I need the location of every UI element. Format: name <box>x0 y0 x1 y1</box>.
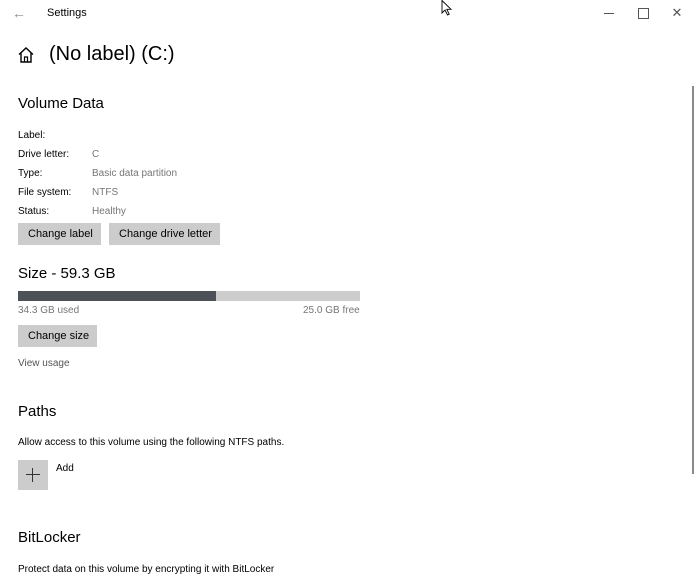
app-title: Settings <box>47 7 87 19</box>
bitlocker-heading: BitLocker <box>18 529 81 546</box>
type-key: Type: <box>18 168 43 179</box>
settings-window: ← Settings ✕ (No label) (C:) Volume Data… <box>0 0 696 578</box>
disk-usage-bar <box>18 291 360 301</box>
paths-description: Allow access to this volume using the fo… <box>18 437 285 448</box>
minimize-icon[interactable] <box>598 3 620 23</box>
free-space-text: 25.0 GB free <box>303 305 360 316</box>
plus-icon[interactable] <box>18 460 48 490</box>
volume-data-heading: Volume Data <box>18 95 104 112</box>
title-bar: ← Settings ✕ <box>0 0 696 26</box>
drive-letter-key: Drive letter: <box>18 149 70 160</box>
status-value: Healthy <box>92 206 126 217</box>
home-icon[interactable] <box>17 46 35 64</box>
type-value: Basic data partition <box>92 168 178 179</box>
label-key: Label: <box>18 130 46 141</box>
add-path-label[interactable]: Add <box>56 463 74 474</box>
used-space-text: 34.3 GB used <box>18 305 80 316</box>
change-label-button[interactable]: Change label <box>18 223 101 245</box>
disk-usage-fill <box>18 291 216 301</box>
back-arrow-icon[interactable]: ← <box>8 3 30 23</box>
page-title: (No label) (C:) <box>49 43 175 65</box>
file-system-value: NTFS <box>92 187 119 198</box>
change-size-button[interactable]: Change size <box>18 325 97 347</box>
size-heading: Size - 59.3 GB <box>18 265 116 282</box>
mouse-cursor-icon <box>441 0 453 16</box>
view-usage-link[interactable]: View usage <box>18 358 70 369</box>
vertical-scrollbar[interactable] <box>692 86 694 474</box>
drive-letter-value: C <box>92 149 100 160</box>
status-key: Status: <box>18 206 50 217</box>
paths-heading: Paths <box>18 403 57 420</box>
close-icon[interactable]: ✕ <box>666 3 688 23</box>
bitlocker-description: Protect data on this volume by encryptin… <box>18 564 275 575</box>
change-drive-letter-button[interactable]: Change drive letter <box>109 223 220 245</box>
maximize-icon[interactable] <box>632 3 654 23</box>
file-system-key: File system: <box>18 187 72 198</box>
